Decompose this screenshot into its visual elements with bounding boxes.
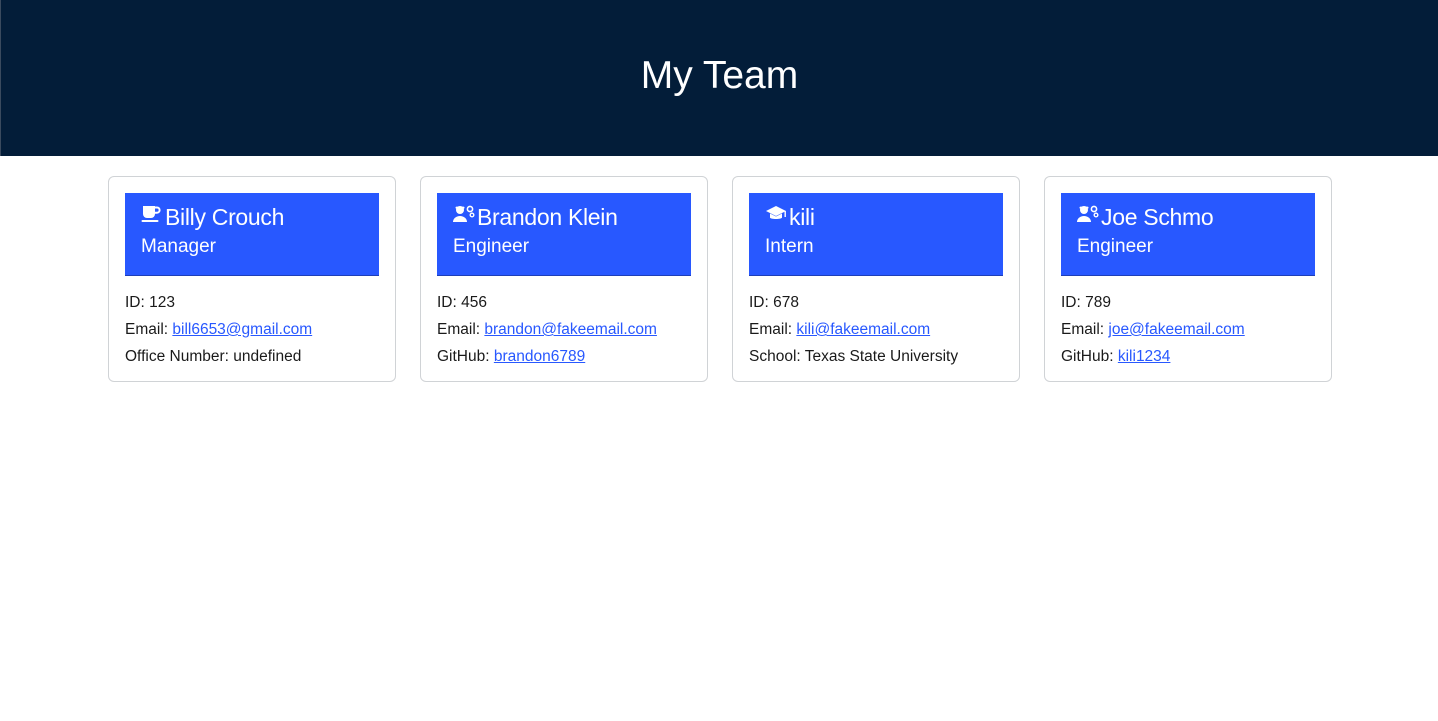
employee-role: Engineer [453, 236, 530, 257]
employee-card: kili Intern ID: 678 Email: kili@fakeemai… [732, 176, 1020, 382]
school-label: School: [749, 348, 805, 365]
page: My Team Billy Crouch Manager ID: 123 Ema… [0, 0, 1438, 721]
employee-info: ID: 123 Email: bill6653@gmail.com Office… [125, 289, 379, 370]
employee-card: Billy Crouch Manager ID: 123 Email: bill… [108, 176, 396, 382]
office-number-value: undefined [233, 348, 302, 365]
id-label: ID: [437, 294, 462, 311]
id-value: 678 [773, 294, 799, 311]
page-title: My Team [640, 54, 799, 97]
employee-role: Intern [765, 236, 814, 257]
employee-info: ID: 678 Email: kili@fakeemail.com School… [749, 289, 1003, 370]
email-row: Email: brandon@fakeemail.com [437, 316, 691, 343]
github-label: GitHub: [1061, 348, 1118, 365]
id-label: ID: [749, 294, 774, 311]
id-row: ID: 678 [749, 289, 1003, 316]
github-link[interactable]: kili1234 [1118, 348, 1171, 365]
employee-name: Brandon Klein [477, 203, 618, 230]
employee-card: Brandon Klein Engineer ID: 456 Email: br… [420, 176, 708, 382]
employee-info: ID: 789 Email: joe@fakeemail.com GitHub:… [1061, 289, 1315, 370]
email-row: Email: kili@fakeemail.com [749, 316, 1003, 343]
id-row: ID: 789 [1061, 289, 1315, 316]
email-label: Email: [749, 321, 797, 338]
employee-name: kili [789, 203, 815, 230]
graduation-cap-icon [765, 203, 787, 225]
card-header: Joe Schmo Engineer [1061, 193, 1315, 276]
email-row: Email: bill6653@gmail.com [125, 316, 379, 343]
name-row: Brandon Klein [453, 202, 675, 232]
github-label: GitHub: [437, 348, 494, 365]
id-row: ID: 456 [437, 289, 691, 316]
employee-card: Joe Schmo Engineer ID: 789 Email: joe@fa… [1044, 176, 1332, 382]
engineer-gear-icon [1077, 203, 1099, 225]
name-row: Joe Schmo [1077, 202, 1299, 232]
engineer-gear-icon [453, 203, 475, 225]
id-value: 789 [1085, 294, 1111, 311]
card-header: kili Intern [749, 193, 1003, 276]
email-label: Email: [1061, 321, 1109, 338]
id-value: 456 [461, 294, 487, 311]
email-link[interactable]: kili@fakeemail.com [796, 321, 930, 338]
coffee-mug-icon [141, 203, 163, 225]
team-cards: Billy Crouch Manager ID: 123 Email: bill… [108, 176, 1332, 382]
employee-role: Manager [141, 236, 216, 257]
id-value: 123 [149, 294, 175, 311]
page-header: My Team [0, 0, 1438, 156]
employee-name: Joe Schmo [1101, 203, 1214, 230]
employee-info: ID: 456 Email: brandon@fakeemail.com Git… [437, 289, 691, 370]
email-link[interactable]: brandon@fakeemail.com [484, 321, 657, 338]
id-label: ID: [1061, 294, 1086, 311]
email-label: Email: [125, 321, 173, 338]
card-header: Brandon Klein Engineer [437, 193, 691, 276]
name-row: kili [765, 202, 987, 232]
office-number-label: Office Number: [125, 348, 234, 365]
id-label: ID: [125, 294, 150, 311]
school-row: School: Texas State University [749, 343, 1003, 370]
github-row: GitHub: brandon6789 [437, 343, 691, 370]
email-label: Email: [437, 321, 485, 338]
github-row: GitHub: kili1234 [1061, 343, 1315, 370]
name-row: Billy Crouch [141, 202, 363, 232]
email-row: Email: joe@fakeemail.com [1061, 316, 1315, 343]
employee-name: Billy Crouch [165, 203, 285, 230]
email-link[interactable]: joe@fakeemail.com [1108, 321, 1244, 338]
employee-role: Engineer [1077, 236, 1154, 257]
card-header: Billy Crouch Manager [125, 193, 379, 276]
id-row: ID: 123 [125, 289, 379, 316]
github-link[interactable]: brandon6789 [494, 348, 585, 365]
email-link[interactable]: bill6653@gmail.com [172, 321, 312, 338]
office-number-row: Office Number: undefined [125, 343, 379, 370]
school-value: Texas State University [804, 348, 959, 365]
